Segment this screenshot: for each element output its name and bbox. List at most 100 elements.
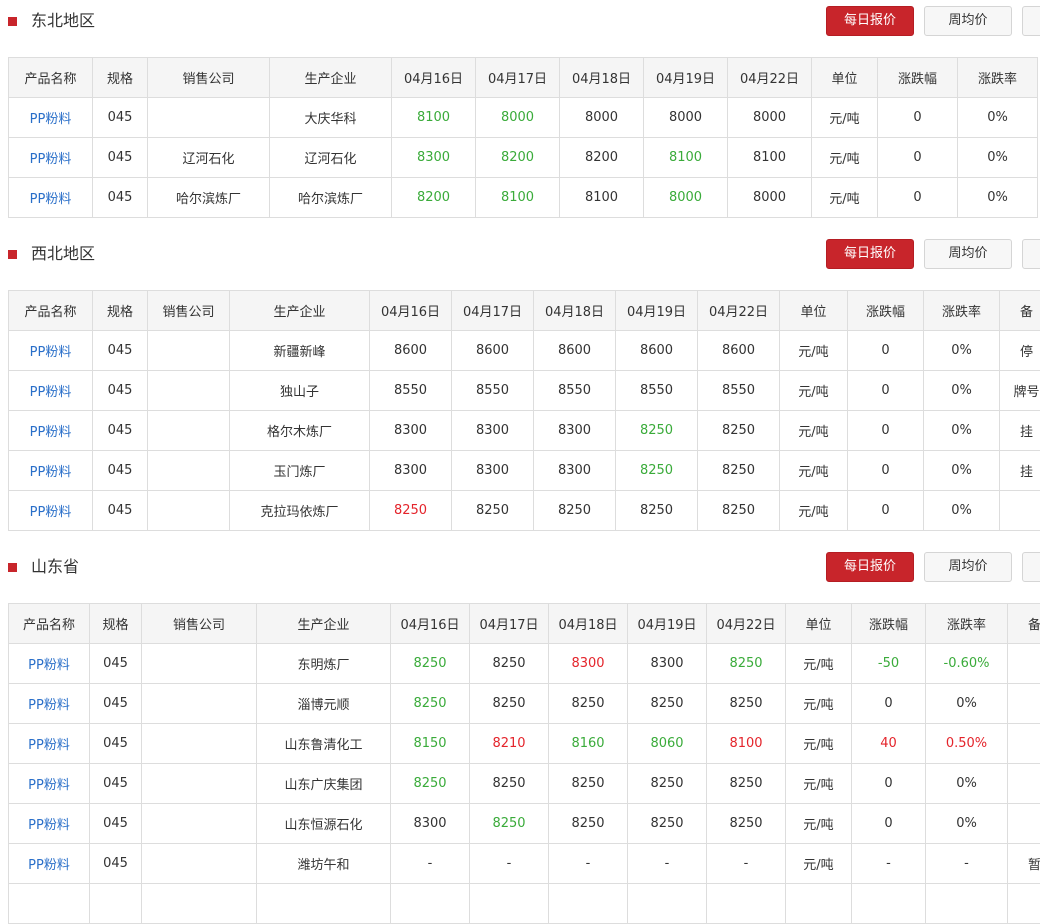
cell-sales-company bbox=[148, 371, 230, 411]
cell-price-0416 bbox=[391, 884, 470, 924]
daily-price-button[interactable]: 每日报价 bbox=[826, 552, 914, 582]
cell-price-0418: 8000 bbox=[560, 98, 644, 138]
price-table: 产品名称规格销售公司生产企业04月16日04月17日04月18日04月19日04… bbox=[8, 290, 1040, 531]
column-header-unit: 单位 bbox=[812, 58, 878, 98]
column-header-price-0419: 04月19日 bbox=[628, 604, 707, 644]
cell-price-0416: 8150 bbox=[391, 724, 470, 764]
column-header-price-0422: 04月22日 bbox=[728, 58, 812, 98]
product-link[interactable]: PP粉料 bbox=[9, 331, 93, 371]
cell-price-0418: 8300 bbox=[549, 644, 628, 684]
product-link[interactable]: PP粉料 bbox=[9, 644, 90, 684]
cell-price-0418: 8100 bbox=[560, 178, 644, 218]
cell-price-0416: 8550 bbox=[370, 371, 452, 411]
product-link[interactable]: PP粉料 bbox=[9, 98, 93, 138]
cell-product-name bbox=[9, 884, 90, 924]
product-link[interactable]: PP粉料 bbox=[9, 684, 90, 724]
cell-spec: 045 bbox=[90, 644, 142, 684]
cell-price-0419: 8000 bbox=[644, 178, 728, 218]
table-row: PP粉料045哈尔滨炼厂哈尔滨炼厂82008100810080008000元/吨… bbox=[9, 178, 1038, 218]
cell-price-0422: 8100 bbox=[707, 724, 786, 764]
cell-change-rate: 0% bbox=[924, 371, 1000, 411]
column-header-remark: 备 bbox=[1008, 604, 1040, 644]
cell-producer: 大庆华科 bbox=[270, 98, 392, 138]
product-link[interactable]: PP粉料 bbox=[9, 138, 93, 178]
column-header-spec: 规格 bbox=[90, 604, 142, 644]
weekly-average-button[interactable]: 周均价 bbox=[924, 552, 1012, 582]
cell-change-rate: 0% bbox=[924, 331, 1000, 371]
cell-spec: 045 bbox=[90, 764, 142, 804]
cell-price-0416: 8600 bbox=[370, 331, 452, 371]
weekly-average-button[interactable]: 周均价 bbox=[924, 6, 1012, 36]
section-title: 东北地区 bbox=[31, 11, 95, 31]
column-header-price-0422: 04月22日 bbox=[707, 604, 786, 644]
cell-change: 0 bbox=[852, 804, 926, 844]
cell-change: 0 bbox=[878, 98, 958, 138]
cell-price-0416: 8300 bbox=[392, 138, 476, 178]
section-title: 山东省 bbox=[31, 557, 79, 577]
cell-unit bbox=[786, 884, 852, 924]
table-row: PP粉料045克拉玛依炼厂82508250825082508250元/吨00% bbox=[9, 491, 1040, 531]
cell-change: -50 bbox=[852, 644, 926, 684]
product-link[interactable]: PP粉料 bbox=[9, 764, 90, 804]
product-link[interactable]: PP粉料 bbox=[9, 804, 90, 844]
cell-unit: 元/吨 bbox=[786, 644, 852, 684]
cell-change-rate: 0% bbox=[958, 178, 1038, 218]
cell-producer: 山东广庆集团 bbox=[257, 764, 391, 804]
more-options-button[interactable] bbox=[1022, 239, 1040, 269]
cell-price-0422: 8250 bbox=[707, 804, 786, 844]
product-link[interactable]: PP粉料 bbox=[9, 411, 93, 451]
cell-price-0418: 8250 bbox=[549, 804, 628, 844]
column-header-spec: 规格 bbox=[93, 58, 148, 98]
price-table: 产品名称规格销售公司生产企业04月16日04月17日04月18日04月19日04… bbox=[8, 603, 1040, 924]
cell-price-0418: 8300 bbox=[534, 451, 616, 491]
cell-change: 0 bbox=[848, 331, 924, 371]
cell-change: 0 bbox=[848, 451, 924, 491]
cell-price-0416: 8250 bbox=[370, 491, 452, 531]
cell-sales-company bbox=[142, 724, 257, 764]
more-options-button[interactable] bbox=[1022, 552, 1040, 582]
cell-producer: 玉门炼厂 bbox=[230, 451, 370, 491]
cell-price-0419: 8250 bbox=[616, 451, 698, 491]
product-link[interactable]: PP粉料 bbox=[9, 178, 93, 218]
product-link[interactable]: PP粉料 bbox=[9, 724, 90, 764]
more-options-button[interactable] bbox=[1022, 6, 1040, 36]
cell-price-0417: 8250 bbox=[470, 804, 549, 844]
cell-sales-company bbox=[142, 684, 257, 724]
cell-sales-company bbox=[148, 411, 230, 451]
table-header-row: 产品名称规格销售公司生产企业04月16日04月17日04月18日04月19日04… bbox=[9, 291, 1040, 331]
cell-sales-company bbox=[148, 331, 230, 371]
product-link[interactable]: PP粉料 bbox=[9, 491, 93, 531]
cell-price-0416: 8250 bbox=[391, 764, 470, 804]
cell-remark: 挂 bbox=[1000, 451, 1040, 491]
cell-producer: 山东恒源石化 bbox=[257, 804, 391, 844]
cell-price-0419: 8250 bbox=[616, 411, 698, 451]
product-link[interactable]: PP粉料 bbox=[9, 451, 93, 491]
section-header: 山东省 每日报价周均价 bbox=[0, 547, 1040, 587]
cell-price-0422: 8550 bbox=[698, 371, 780, 411]
product-link[interactable]: PP粉料 bbox=[9, 371, 93, 411]
cell-remark bbox=[1008, 684, 1040, 724]
section-marker-icon bbox=[8, 250, 17, 259]
cell-spec: 045 bbox=[90, 804, 142, 844]
weekly-average-button[interactable]: 周均价 bbox=[924, 239, 1012, 269]
cell-price-0419: 8300 bbox=[628, 644, 707, 684]
column-header-spec: 规格 bbox=[93, 291, 148, 331]
cell-price-0416: 8250 bbox=[391, 644, 470, 684]
cell-price-0418: 8250 bbox=[549, 684, 628, 724]
column-header-change: 涨跌幅 bbox=[878, 58, 958, 98]
column-header-price-0418: 04月18日 bbox=[549, 604, 628, 644]
cell-remark: 停 bbox=[1000, 331, 1040, 371]
product-link[interactable]: PP粉料 bbox=[9, 844, 90, 884]
cell-remark bbox=[1008, 644, 1040, 684]
cell-producer: 独山子 bbox=[230, 371, 370, 411]
daily-price-button[interactable]: 每日报价 bbox=[826, 239, 914, 269]
cell-change-rate: 0% bbox=[924, 411, 1000, 451]
table-row: PP粉料045淄博元顺82508250825082508250元/吨00% bbox=[9, 684, 1040, 724]
cell-price-0417: 8250 bbox=[470, 684, 549, 724]
cell-change-rate: 0.50% bbox=[926, 724, 1008, 764]
cell-price-0417: - bbox=[470, 844, 549, 884]
cell-price-0419: 8100 bbox=[644, 138, 728, 178]
cell-sales-company bbox=[148, 98, 270, 138]
table-row: PP粉料045山东恒源石化83008250825082508250元/吨00% bbox=[9, 804, 1040, 844]
daily-price-button[interactable]: 每日报价 bbox=[826, 6, 914, 36]
